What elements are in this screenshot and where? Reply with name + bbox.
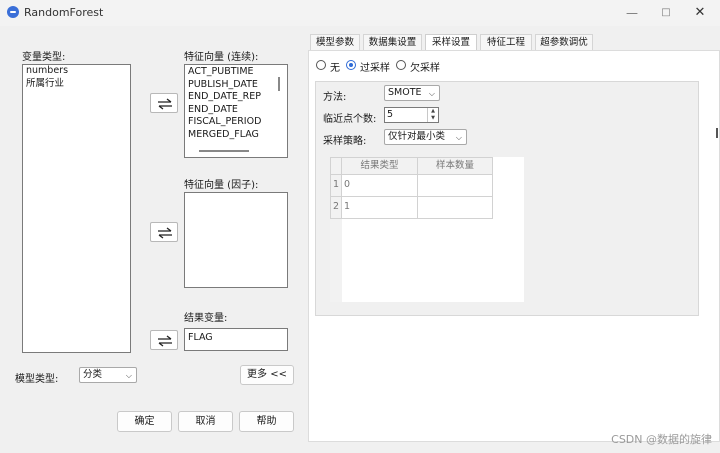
list-item[interactable]: ACT_PUBTIME: [185, 66, 287, 79]
model-type-label: 模型类型:: [15, 374, 59, 385]
swap-result-button[interactable]: [150, 330, 178, 350]
tab-model-params[interactable]: 模型参数: [310, 34, 360, 50]
resize-grip[interactable]: [716, 128, 718, 138]
title-bar: [0, 0, 720, 26]
radio-none[interactable]: [316, 60, 326, 70]
table-cell-count[interactable]: [417, 196, 493, 219]
list-item[interactable]: PUBLISH_DATE: [185, 79, 287, 92]
list-item[interactable]: FISCAL_PERIOD: [185, 116, 287, 129]
result-variable-list[interactable]: FLAG: [184, 328, 288, 351]
swap-arrows-icon: [158, 335, 172, 347]
method-select[interactable]: SMOTE ⌵: [384, 85, 440, 101]
chevron-down-icon: ⌵: [455, 133, 462, 142]
tab-dataset-settings[interactable]: 数据集设置: [363, 34, 422, 50]
minimize-button[interactable]: —: [622, 4, 642, 22]
result-variable-label: 结果变量:: [184, 313, 228, 324]
radio-undersampling-label: 欠采样: [410, 63, 440, 74]
swap-factor-button[interactable]: [150, 222, 178, 242]
strategy-select[interactable]: 仅针对最小类 ⌵: [384, 129, 467, 145]
cancel-button[interactable]: 取消: [178, 411, 233, 432]
table-cell-count[interactable]: [417, 174, 493, 197]
chevron-down-icon: ⌵: [428, 89, 435, 98]
list-item[interactable]: 所属行业: [23, 78, 130, 91]
maximize-button[interactable]: □: [656, 4, 676, 22]
radio-oversampling[interactable]: [346, 60, 356, 70]
list-item[interactable]: FLAG: [185, 329, 287, 343]
method-label: 方法:: [323, 92, 347, 103]
list-item[interactable]: END_DATE_REP: [185, 91, 287, 104]
list-item[interactable]: END_DATE: [185, 104, 287, 117]
list-item[interactable]: MERGED_FLAG: [185, 129, 287, 142]
model-type-select[interactable]: 分类 ⌵: [79, 367, 137, 383]
swap-arrows-icon: [158, 227, 172, 239]
window-title: RandomForest: [24, 6, 104, 19]
app-icon: [7, 6, 19, 18]
continuous-features-list[interactable]: ACT_PUBTIME PUBLISH_DATE END_DATE_REP EN…: [184, 64, 288, 158]
help-button[interactable]: 帮助: [239, 411, 294, 432]
tab-hyperparameter-tuning[interactable]: 超参数调优: [535, 34, 593, 50]
swap-continuous-button[interactable]: [150, 93, 178, 113]
radio-undersampling[interactable]: [396, 60, 406, 70]
table-header-type: 结果类型: [341, 157, 418, 175]
model-type-value: 分类: [83, 369, 103, 380]
neighbors-label: 临近点个数:: [323, 114, 377, 125]
radio-none-label: 无: [330, 63, 340, 74]
spin-up-icon[interactable]: ▲: [428, 108, 438, 115]
radio-oversampling-label: 过采样: [360, 63, 390, 74]
close-button[interactable]: ✕: [690, 4, 710, 22]
list-item[interactable]: numbers: [23, 65, 130, 78]
class-count-table[interactable]: 结果类型 样本数量 1 0 2 1: [330, 157, 524, 302]
swap-arrows-icon: [158, 98, 172, 110]
factor-features-list[interactable]: [184, 192, 288, 288]
table-cell-type[interactable]: 1: [341, 196, 418, 219]
spin-down-icon[interactable]: ▼: [428, 115, 438, 122]
var-type-list[interactable]: numbers 所属行业: [22, 64, 131, 353]
neighbors-value: 5: [387, 109, 394, 120]
var-type-label: 变量类型:: [22, 52, 66, 63]
chevron-down-icon: ⌵: [125, 371, 132, 380]
tab-feature-engineering[interactable]: 特征工程: [480, 34, 532, 50]
more-button[interactable]: 更多 <<: [240, 365, 294, 385]
ok-button[interactable]: 确定: [117, 411, 172, 432]
tab-sampling-settings[interactable]: 采样设置: [425, 34, 477, 51]
neighbors-spinbox[interactable]: 5 ▲ ▼: [384, 107, 439, 123]
method-value: SMOTE: [388, 87, 422, 98]
vertical-scrollbar-thumb[interactable]: [278, 77, 280, 91]
factor-features-label: 特征向量 (因子):: [184, 180, 259, 191]
table-cell-type[interactable]: 0: [341, 174, 418, 197]
strategy-value: 仅针对最小类: [388, 131, 446, 142]
continuous-features-label: 特征向量 (连续):: [184, 52, 259, 63]
table-header-count: 样本数量: [417, 157, 493, 175]
row-header-gutter: [330, 219, 342, 302]
strategy-label: 采样策略:: [323, 136, 367, 147]
watermark: CSDN @数据的旋律: [611, 433, 712, 446]
horizontal-scrollbar-thumb[interactable]: [199, 150, 249, 152]
